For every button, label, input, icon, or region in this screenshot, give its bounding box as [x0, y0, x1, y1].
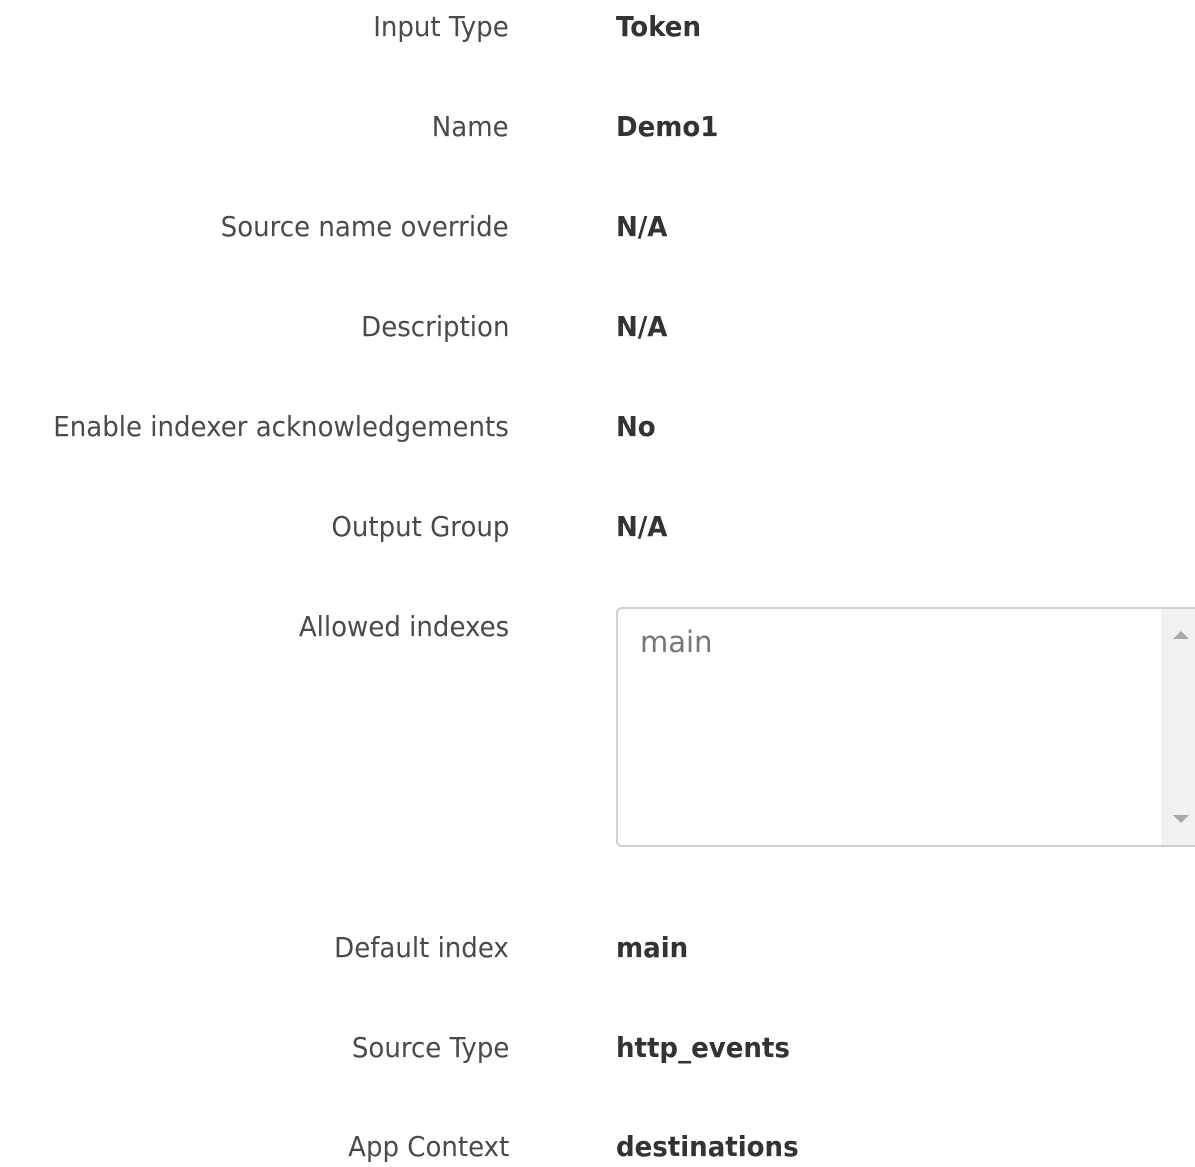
app-context-value: destinations [616, 1130, 799, 1163]
source-name-override-value: N/A [616, 210, 668, 243]
source-type-value: http_events [616, 1031, 790, 1064]
name-value: Demo1 [616, 110, 719, 143]
description-label: Description [360, 310, 509, 343]
input-type-label: Input Type [373, 10, 509, 43]
listbox-scrollbar[interactable] [1161, 609, 1195, 845]
source-name-override-label: Source name override [221, 210, 509, 243]
default-index-value: main [616, 931, 689, 964]
app-context-label: App Context [347, 1130, 509, 1163]
input-type-value: Token [616, 10, 702, 43]
allowed-index-option[interactable]: main [640, 622, 712, 662]
source-type-label: Source Type [351, 1031, 509, 1064]
indexer-ack-value: No [616, 410, 656, 443]
allowed-indexes-label: Allowed indexes [298, 610, 509, 643]
output-group-label: Output Group [330, 510, 509, 543]
scroll-up-icon[interactable] [1173, 631, 1189, 639]
indexer-ack-label: Enable indexer acknowledgements [53, 410, 509, 443]
output-group-value: N/A [616, 510, 668, 543]
default-index-label: Default index [334, 931, 509, 964]
allowed-indexes-listbox[interactable]: main [616, 607, 1195, 847]
name-label: Name [432, 110, 509, 143]
description-value: N/A [616, 310, 668, 343]
scroll-down-icon[interactable] [1173, 815, 1189, 823]
